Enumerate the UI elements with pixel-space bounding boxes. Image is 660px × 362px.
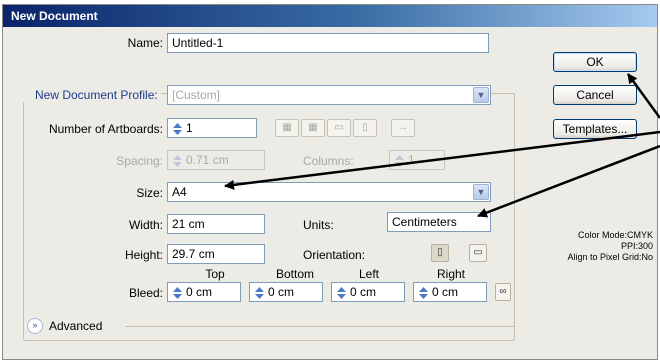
annotation-arrows <box>224 73 660 218</box>
arrow-to-units <box>477 144 660 218</box>
arrow-to-size <box>224 130 660 190</box>
arrow-to-ok <box>626 73 660 119</box>
